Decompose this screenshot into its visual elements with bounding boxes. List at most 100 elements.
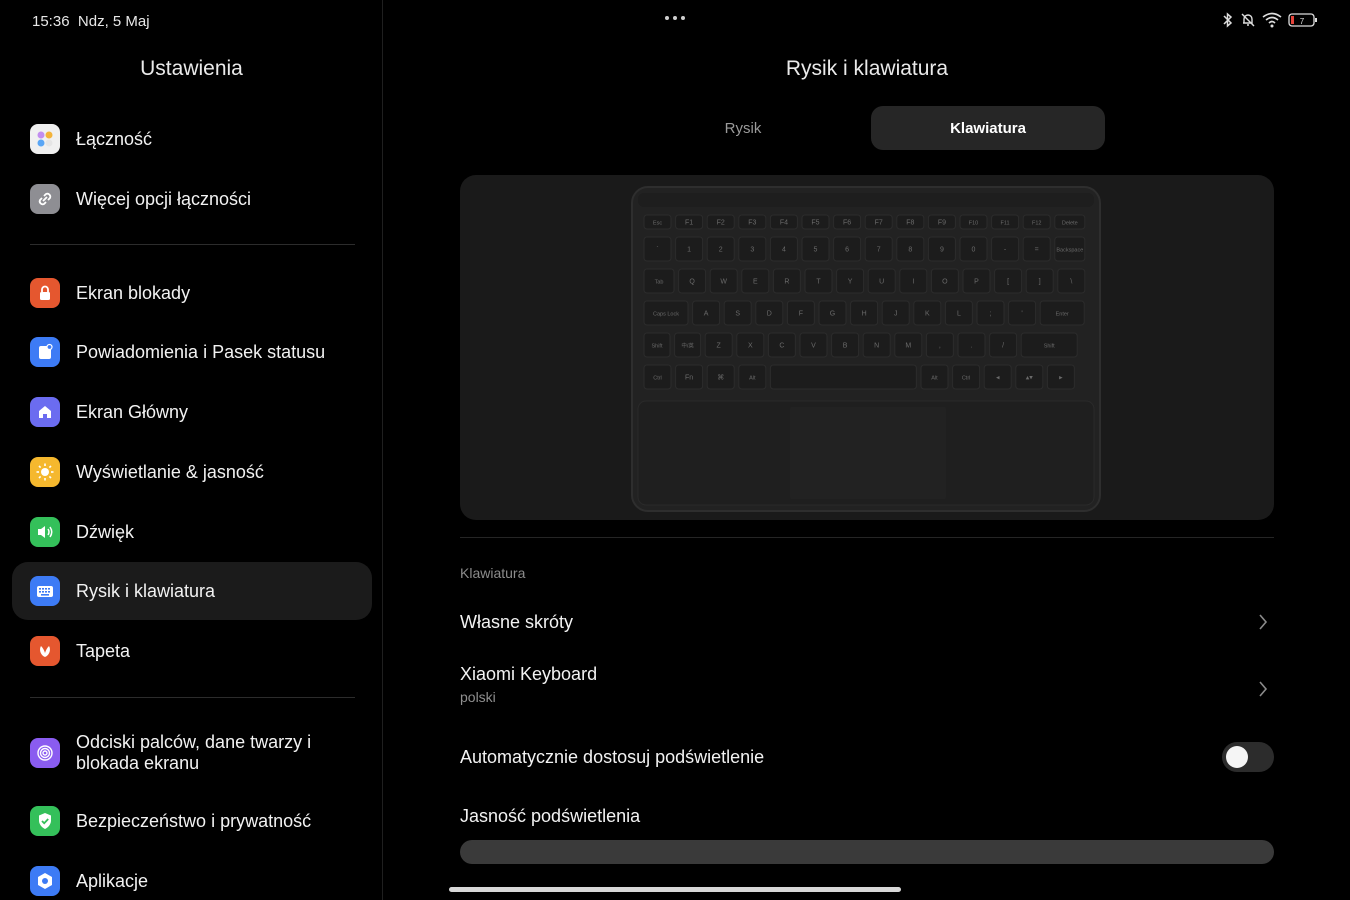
keyboard-key-label: F7 xyxy=(875,220,883,227)
keyboard-key-label: 4 xyxy=(782,247,786,254)
section-divider xyxy=(460,537,1274,538)
keyboard-key-label: T xyxy=(816,279,821,286)
more-options-icon[interactable] xyxy=(663,12,687,24)
sun-icon xyxy=(30,457,60,487)
speaker-icon xyxy=(30,517,60,547)
keyboard-key-label: ▸ xyxy=(1059,375,1063,382)
keyboard-key-label: 1 xyxy=(687,247,691,254)
sidebar-item-label: Więcej opcji łączności xyxy=(76,188,252,209)
fingerprint-icon xyxy=(30,738,60,768)
row-custom-shortcuts[interactable]: Własne skróty xyxy=(460,600,1274,644)
keyboard-key-label: B xyxy=(843,343,848,350)
lock-icon xyxy=(30,278,60,308)
keyboard-key-label: F1 xyxy=(685,220,693,227)
row-xiaomi-keyboard[interactable]: Xiaomi Keyboard polski xyxy=(460,664,1274,714)
keyboard-key-label: W xyxy=(720,279,727,286)
keyboard-key-label: Alt xyxy=(931,376,938,382)
keyboard-key-label: ; xyxy=(990,311,992,318)
keyboard-key-label: A xyxy=(704,311,709,318)
keyboard-key-label: Q xyxy=(689,279,695,286)
keyboard-key-label: C xyxy=(779,343,784,350)
keyboard-key-label: L xyxy=(957,311,961,318)
page-title: Rysik i klawiatura xyxy=(785,57,949,80)
keyboard-key-label: Ctrl xyxy=(962,376,971,382)
keyboard-key-label: 2 xyxy=(719,247,723,254)
sidebar-item-label: Wyświetlanie & jasność xyxy=(76,461,264,482)
link-icon xyxy=(30,184,60,214)
sidebar-item-wallpaper[interactable]: Tapeta xyxy=(12,622,372,680)
keyboard-key-label: Enter xyxy=(1056,312,1069,318)
sidebar-item-display[interactable]: Wyświetlanie & jasność xyxy=(12,443,372,501)
keyboard-key-label: K xyxy=(925,311,930,318)
home-indicator[interactable] xyxy=(449,887,901,892)
auto-backlight-toggle[interactable] xyxy=(1222,742,1274,772)
sidebar-item-more-connectivity[interactable]: Więcej opcji łączności xyxy=(12,170,372,228)
sidebar-item-lock-screen[interactable]: Ekran blokady xyxy=(12,264,372,322)
keyboard-key-label: Caps Lock xyxy=(653,312,679,318)
sidebar-item-home-screen[interactable]: Ekran Główny xyxy=(12,383,372,441)
row-title: Xiaomi Keyboard xyxy=(460,664,598,684)
keyboard-key-label: Y xyxy=(848,279,853,286)
sidebar-divider xyxy=(30,244,355,245)
keyboard-key-label: F11 xyxy=(1001,221,1010,227)
sidebar-item-stylus-keyboard[interactable]: Rysik i klawiatura xyxy=(12,562,372,620)
keyboard-key-label: / xyxy=(1002,343,1004,350)
keyboard-key-label: F8 xyxy=(906,220,914,227)
sidebar-item-sound[interactable]: Dźwięk xyxy=(12,503,372,561)
keyboard-key-label: . xyxy=(971,343,973,350)
keyboard-key-label: 0 xyxy=(972,247,976,254)
keyboard-key-label: X xyxy=(748,343,753,350)
row-backlight-brightness: Jasność podświetlenia xyxy=(460,806,1274,832)
wifi-icon xyxy=(1262,12,1282,28)
keyboard-key-label: U xyxy=(879,279,884,286)
wallpaper-icon xyxy=(30,636,60,666)
tab-keyboard[interactable]: Klawiatura xyxy=(871,106,1105,150)
home-icon xyxy=(30,397,60,427)
keyboard-key-label: G xyxy=(830,311,835,318)
shield-icon xyxy=(30,806,60,836)
sidebar-item-connectivity[interactable]: Łączność xyxy=(12,110,372,168)
keyboard-key-label: Ctrl xyxy=(653,376,662,382)
keyboard-key-label: 8 xyxy=(908,247,912,254)
keyboard-key-label: M xyxy=(905,343,911,350)
keyboard-key-label: , xyxy=(939,343,941,350)
notification-icon xyxy=(30,337,60,367)
keyboard-key-label: P xyxy=(974,279,979,286)
sidebar-item-label: Rysik i klawiatura xyxy=(76,580,216,601)
keyboard-key-label: F6 xyxy=(843,220,851,227)
keyboard-key-label: E xyxy=(753,279,758,286)
keyboard-key-label: [ xyxy=(1007,279,1009,286)
chevron-right-icon xyxy=(1259,614,1268,630)
sidebar-title: Ustawienia xyxy=(140,57,243,80)
keyboard-key-label: F xyxy=(799,311,803,318)
keyboard-key-label: J xyxy=(894,311,898,318)
tab-stylus[interactable]: Rysik xyxy=(626,106,860,150)
keyboard-key-label: F10 xyxy=(969,221,978,227)
sidebar-item-label: Dźwięk xyxy=(76,521,135,542)
keyboard-icon xyxy=(30,576,60,606)
keyboard-key-label: \ xyxy=(1070,279,1072,286)
sidebar-item-notifications[interactable]: Powiadomienia i Pasek statusu xyxy=(12,323,372,381)
keyboard-key-label: F3 xyxy=(748,220,756,227)
sidebar-item-fingerprint[interactable]: Odciski palców, dane twarzy i blokada ek… xyxy=(12,722,372,784)
sidebar-item-security[interactable]: Bezpieczeństwo i prywatność xyxy=(12,792,372,850)
keyboard-key-label: ◂ xyxy=(996,375,1000,382)
keyboard-key-label: O xyxy=(942,279,948,286)
sidebar-item-label: Ekran Główny xyxy=(76,401,189,422)
keyboard-key-label: F2 xyxy=(717,220,725,227)
apps-icon xyxy=(30,866,60,896)
keyboard-key-label: Shift xyxy=(651,344,662,350)
row-title: Automatycznie dostosuj podświetlenie xyxy=(460,746,765,767)
keyboard-key-label: N xyxy=(874,343,879,350)
keyboard-key-label: F9 xyxy=(938,220,946,227)
row-title: Własne skróty xyxy=(460,611,574,632)
section-header-keyboard: Klawiatura xyxy=(460,565,526,581)
keyboard-key-label: ] xyxy=(1039,279,1041,286)
keyboard-key-label: Tab xyxy=(655,280,664,286)
keyboard-key-label: 中/英 xyxy=(681,342,694,350)
sidebar-item-label: Łączność xyxy=(76,128,153,149)
backlight-brightness-slider[interactable] xyxy=(460,840,1274,864)
battery-icon: 7 xyxy=(1288,13,1317,27)
sidebar-item-apps[interactable]: Aplikacje xyxy=(12,852,372,900)
sidebar-item-label: Ekran blokady xyxy=(76,282,191,303)
